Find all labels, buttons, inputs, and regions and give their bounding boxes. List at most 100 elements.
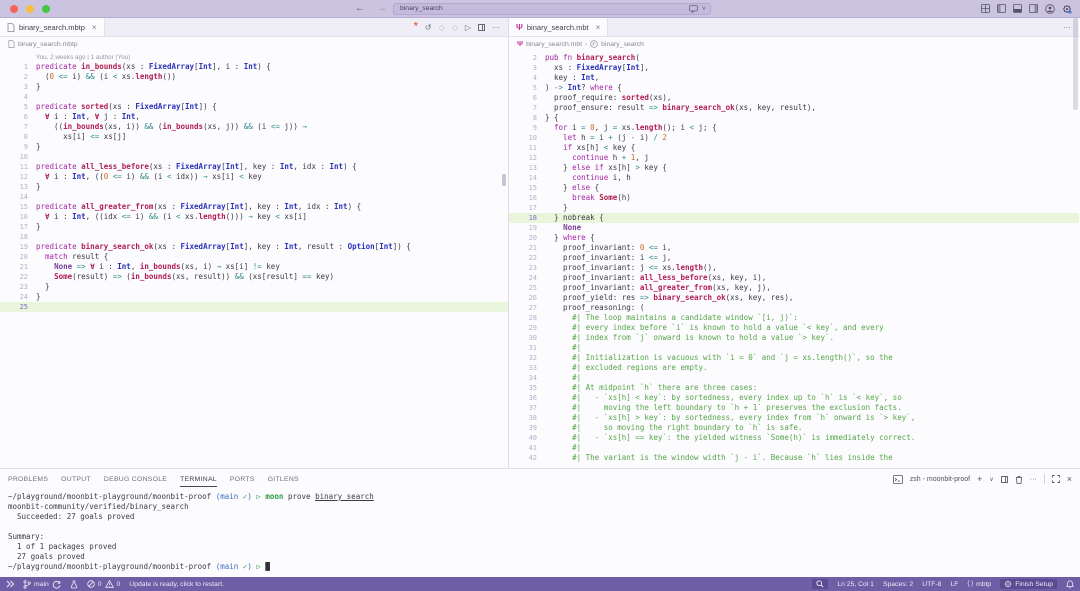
code-line[interactable]: 2 (0 <= i) && (i < xs.length()) — [0, 72, 508, 82]
code-line[interactable]: 24 proof_invariant: all_less_before(xs, … — [509, 273, 1079, 283]
toggle-sidebar-icon[interactable] — [997, 4, 1006, 13]
code-line[interactable]: 11predicate all_less_before(xs : FixedAr… — [0, 162, 508, 172]
code-line[interactable]: 13} — [0, 182, 508, 192]
nav-back-icon[interactable]: ← — [355, 3, 365, 14]
terminal-title[interactable]: zsh - moonbit-proof — [910, 476, 970, 483]
problems-indicator[interactable]: 0 0 — [87, 580, 121, 588]
code-line[interactable]: 19predicate binary_search_ok(xs : FixedA… — [0, 242, 508, 252]
remote-indicator[interactable] — [6, 580, 14, 588]
code-line[interactable]: 15predicate all_greater_from(xs : FixedA… — [0, 202, 508, 212]
code-line[interactable]: 30 #| index from `j` onward is known to … — [509, 333, 1079, 343]
code-line[interactable]: 31 #| — [509, 343, 1079, 353]
chevron-down-icon[interactable]: ∨ — [702, 5, 706, 12]
code-line[interactable]: 25 proof_invariant: all_greater_from(xs,… — [509, 283, 1079, 293]
code-line[interactable]: 20 match result { — [0, 252, 508, 262]
code-line[interactable]: 10 — [0, 152, 508, 162]
more-actions-icon[interactable]: ··· — [1063, 23, 1071, 32]
search-zoom-chip[interactable] — [812, 579, 828, 589]
extension-status[interactable] — [70, 580, 78, 589]
right-scrollbar-handle[interactable] — [1073, 18, 1078, 110]
code-line[interactable]: 29 #| every index before `i` is known to… — [509, 323, 1079, 333]
code-line[interactable]: 1predicate in_bounds(xs : FixedArray[Int… — [0, 62, 508, 72]
git-branch-indicator[interactable]: main — [23, 580, 61, 589]
code-line[interactable]: 7 ((in_bounds(xs, i)) && (in_bounds(xs, … — [0, 122, 508, 132]
new-terminal-icon[interactable]: + — [977, 474, 982, 484]
code-line[interactable]: 5predicate sorted(xs : FixedArray[Int]) … — [0, 102, 508, 112]
code-line[interactable]: 9 for i = 0, j = xs.length(); i < j; { — [509, 123, 1079, 133]
command-center-search[interactable]: binary_search ∨ — [393, 3, 711, 15]
toggle-panel-icon[interactable] — [1013, 4, 1022, 13]
code-line[interactable]: 14 — [0, 192, 508, 202]
code-line[interactable]: 5) -> Int? where { — [509, 83, 1079, 93]
run-icon[interactable]: ▷ — [465, 23, 471, 32]
code-line[interactable]: 21 None => ∀ i : Int, in_bounds(xs, i) →… — [0, 262, 508, 272]
panel-tab-problems[interactable]: PROBLEMS — [8, 472, 48, 487]
cursor-position[interactable]: Ln 25, Col 1 — [837, 581, 874, 588]
code-line[interactable]: 6 ∀ i : Int, ∀ j : Int, — [0, 112, 508, 122]
customize-layout-icon[interactable] — [981, 4, 990, 13]
tab-binary-search-mbt[interactable]: Ψ binary_search.mbt × — [509, 18, 608, 36]
code-line[interactable]: 38 #| - `xs[h] > key`: by sortedness, ev… — [509, 413, 1079, 423]
code-line[interactable]: 18 } nobreak { — [509, 213, 1079, 223]
code-line[interactable]: 16 break Some(h) — [509, 193, 1079, 203]
more-actions-icon[interactable]: ··· — [1030, 476, 1037, 483]
discard-icon[interactable]: ↺ — [425, 23, 432, 32]
terminal[interactable]: ~/playground/moonbit-playground/moonbit-… — [0, 489, 1080, 577]
code-line[interactable]: 41 #| — [509, 443, 1079, 453]
code-line[interactable]: 22 proof_invariant: i <= j, — [509, 253, 1079, 263]
extension-action-icon[interactable]: * — [414, 22, 418, 32]
code-line[interactable]: 40 #| - `xs[h] == key`: the yielded witn… — [509, 433, 1079, 443]
breadcrumb-item[interactable]: binary_search.mbtp — [18, 41, 78, 48]
code-line[interactable]: 33 #| excluded regions are empty. — [509, 363, 1079, 373]
right-breadcrumb[interactable]: Ψ binary_search.mbt › binary_search — [509, 37, 1079, 51]
panel-tab-terminal[interactable]: TERMINAL — [180, 472, 217, 487]
tab-binary-search-mbtp[interactable]: binary_search.mbtp × — [0, 18, 105, 36]
panel-tab-gitlens[interactable]: GITLENS — [268, 472, 299, 487]
close-tab-icon[interactable]: × — [596, 23, 601, 32]
code-line[interactable]: 16 ∀ i : Int, ((idx <= i) && (i < xs.len… — [0, 212, 508, 222]
code-line[interactable]: 35 #| At midpoint `h` there are three ca… — [509, 383, 1079, 393]
code-line[interactable]: 2pub fn binary_search( — [509, 53, 1079, 63]
code-line[interactable]: 9} — [0, 142, 508, 152]
code-line[interactable]: 39 #| so moving the right boundary to `h… — [509, 423, 1079, 433]
code-line[interactable]: 10 let h = i + (j - i) / 2 — [509, 133, 1079, 143]
code-line[interactable]: 34 #| — [509, 373, 1079, 383]
code-line[interactable]: 12 continue h + 1, j — [509, 153, 1079, 163]
code-line[interactable]: 21 proof_invariant: 0 <= i, — [509, 243, 1079, 253]
code-line[interactable]: 15 } else { — [509, 183, 1079, 193]
right-editor[interactable]: 2pub fn binary_search(3 xs : FixedArray[… — [509, 51, 1079, 468]
code-line[interactable]: 19 None — [509, 223, 1079, 233]
bell-icon[interactable] — [1066, 580, 1074, 589]
breadcrumb-item[interactable]: binary_search — [601, 41, 644, 48]
code-line[interactable]: 17} — [0, 222, 508, 232]
panel-tab-debug-console[interactable]: DEBUG CONSOLE — [104, 472, 167, 487]
code-line[interactable]: 42 #| The variant is the window width `j… — [509, 453, 1079, 463]
language-mode[interactable]: { } mbtp — [967, 581, 991, 588]
code-line[interactable]: 6 proof_require: sorted(xs), — [509, 93, 1079, 103]
left-breadcrumb[interactable]: binary_search.mbtp — [0, 37, 508, 51]
code-line[interactable]: 4 key : Int, — [509, 73, 1079, 83]
code-line[interactable]: 23 proof_invariant: j <= xs.length(), — [509, 263, 1079, 273]
panel-tab-output[interactable]: OUTPUT — [61, 472, 91, 487]
code-line[interactable]: 24} — [0, 292, 508, 302]
close-panel-icon[interactable]: × — [1067, 474, 1072, 484]
code-line[interactable]: 36 #| - `xs[h] < key`: by sortedness, ev… — [509, 393, 1079, 403]
split-editor-icon[interactable] — [478, 24, 485, 31]
code-line[interactable]: 3} — [0, 82, 508, 92]
prev-change-icon[interactable]: ◇ — [439, 23, 445, 32]
code-line[interactable]: 26 proof_yield: res => binary_search_ok(… — [509, 293, 1079, 303]
code-line[interactable]: 18 — [0, 232, 508, 242]
code-line[interactable]: 8} { — [509, 113, 1079, 123]
account-icon[interactable] — [1045, 4, 1055, 14]
breadcrumb-item[interactable]: binary_search.mbt — [526, 41, 582, 48]
terminal-dropdown-icon[interactable]: ∨ — [989, 476, 993, 483]
code-line[interactable]: 28 #| The loop maintains a candidate win… — [509, 313, 1079, 323]
minimize-window-button[interactable] — [26, 5, 34, 13]
code-line[interactable]: 27 proof_reasoning: ( — [509, 303, 1079, 313]
eol-sequence[interactable]: LF — [950, 581, 958, 588]
left-scrollbar-handle[interactable] — [502, 174, 506, 186]
code-line[interactable]: 11 if xs[h] < key { — [509, 143, 1079, 153]
code-line[interactable]: 17 } — [509, 203, 1079, 213]
nav-forward-icon[interactable]: → — [377, 3, 387, 14]
close-window-button[interactable] — [10, 5, 18, 13]
